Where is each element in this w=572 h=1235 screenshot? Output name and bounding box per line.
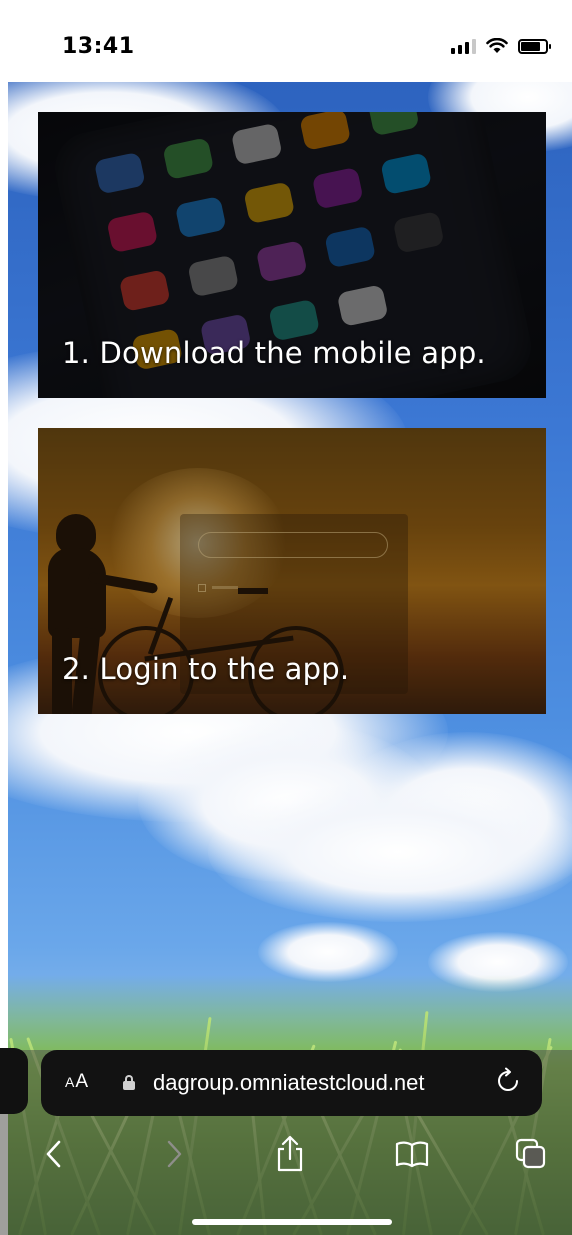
forward-button[interactable] bbox=[154, 1134, 194, 1174]
lock-icon bbox=[123, 1075, 135, 1090]
download-app-card[interactable]: 1. Download the mobile app. bbox=[38, 112, 546, 398]
card-label-download: 1. Download the mobile app. bbox=[62, 336, 486, 370]
previous-tab-peek[interactable] bbox=[0, 1048, 28, 1114]
share-button[interactable] bbox=[270, 1134, 310, 1174]
home-indicator[interactable] bbox=[192, 1219, 392, 1225]
cellular-signal-icon bbox=[451, 38, 476, 54]
url-text[interactable]: dagroup.omniatestcloud.net bbox=[153, 1070, 425, 1096]
status-time: 13:41 bbox=[62, 34, 135, 59]
reload-icon[interactable] bbox=[494, 1067, 522, 1095]
login-app-card[interactable]: 2. Login to the app. bbox=[38, 428, 546, 714]
browser-toolbar bbox=[0, 1120, 572, 1200]
cloud bbox=[258, 922, 398, 982]
cloud bbox=[208, 782, 572, 922]
share-icon bbox=[277, 1135, 303, 1172]
tabs-icon bbox=[515, 1138, 546, 1169]
status-bar: 13:41 bbox=[0, 0, 572, 82]
back-button[interactable] bbox=[34, 1134, 74, 1174]
tabs-button[interactable] bbox=[511, 1134, 551, 1174]
reader-aa-button[interactable]: AA bbox=[65, 1071, 89, 1093]
aa-big-letter: A bbox=[75, 1071, 90, 1092]
wifi-icon bbox=[486, 38, 508, 53]
status-icons bbox=[451, 38, 551, 54]
bookmarks-icon bbox=[395, 1141, 429, 1168]
bookmarks-button[interactable] bbox=[392, 1134, 432, 1174]
battery-icon bbox=[518, 38, 551, 54]
forward-icon bbox=[167, 1140, 182, 1168]
back-icon bbox=[46, 1140, 61, 1168]
aa-small-letter: A bbox=[65, 1074, 76, 1090]
card-label-login: 2. Login to the app. bbox=[62, 652, 350, 686]
address-bar[interactable]: AA dagroup.omniatestcloud.net bbox=[41, 1050, 542, 1116]
